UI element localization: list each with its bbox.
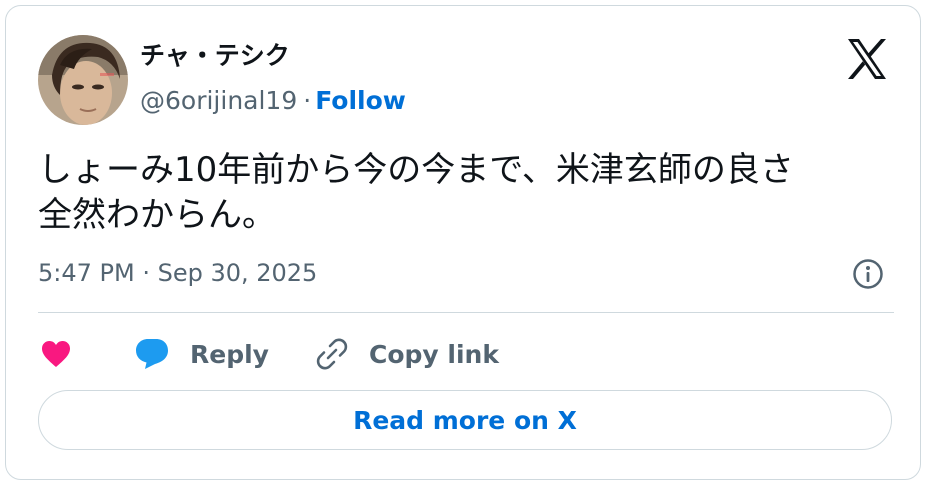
divider [38,312,894,313]
handle-row: @6orijinal19 · Follow [140,86,406,116]
tweet-timestamp[interactable]: 5:47 PM · Sep 30, 2025 [38,258,317,288]
display-name[interactable]: チャ・テシク [140,41,290,71]
x-logo-icon[interactable] [844,36,890,82]
read-more-label: Read more on X [353,405,577,435]
link-icon [315,337,349,371]
separator-dot: · [303,86,312,115]
read-more-button[interactable]: Read more on X [38,390,892,450]
tweet-embed-card: チャ・テシク @6orijinal19 · Follow しょーみ10年前から今の今… [5,5,921,480]
reply-label: Reply [190,339,269,369]
action-bar: Reply Copy link [38,332,499,376]
reply-button[interactable]: Reply [134,337,269,371]
copy-link-label: Copy link [368,339,499,369]
user-handle[interactable]: @6orijinal19 [140,86,297,115]
avatar[interactable] [38,35,128,125]
tweet-text: しょーみ10年前から今の今まで、米津玄師の良さ 全然わからん。 [38,150,794,235]
info-icon[interactable] [852,258,884,290]
speech-bubble-icon [134,337,170,371]
copy-link-button[interactable]: Copy link [315,337,499,371]
like-button[interactable] [40,339,72,369]
follow-link[interactable]: Follow [315,86,406,115]
heart-icon [40,339,72,369]
